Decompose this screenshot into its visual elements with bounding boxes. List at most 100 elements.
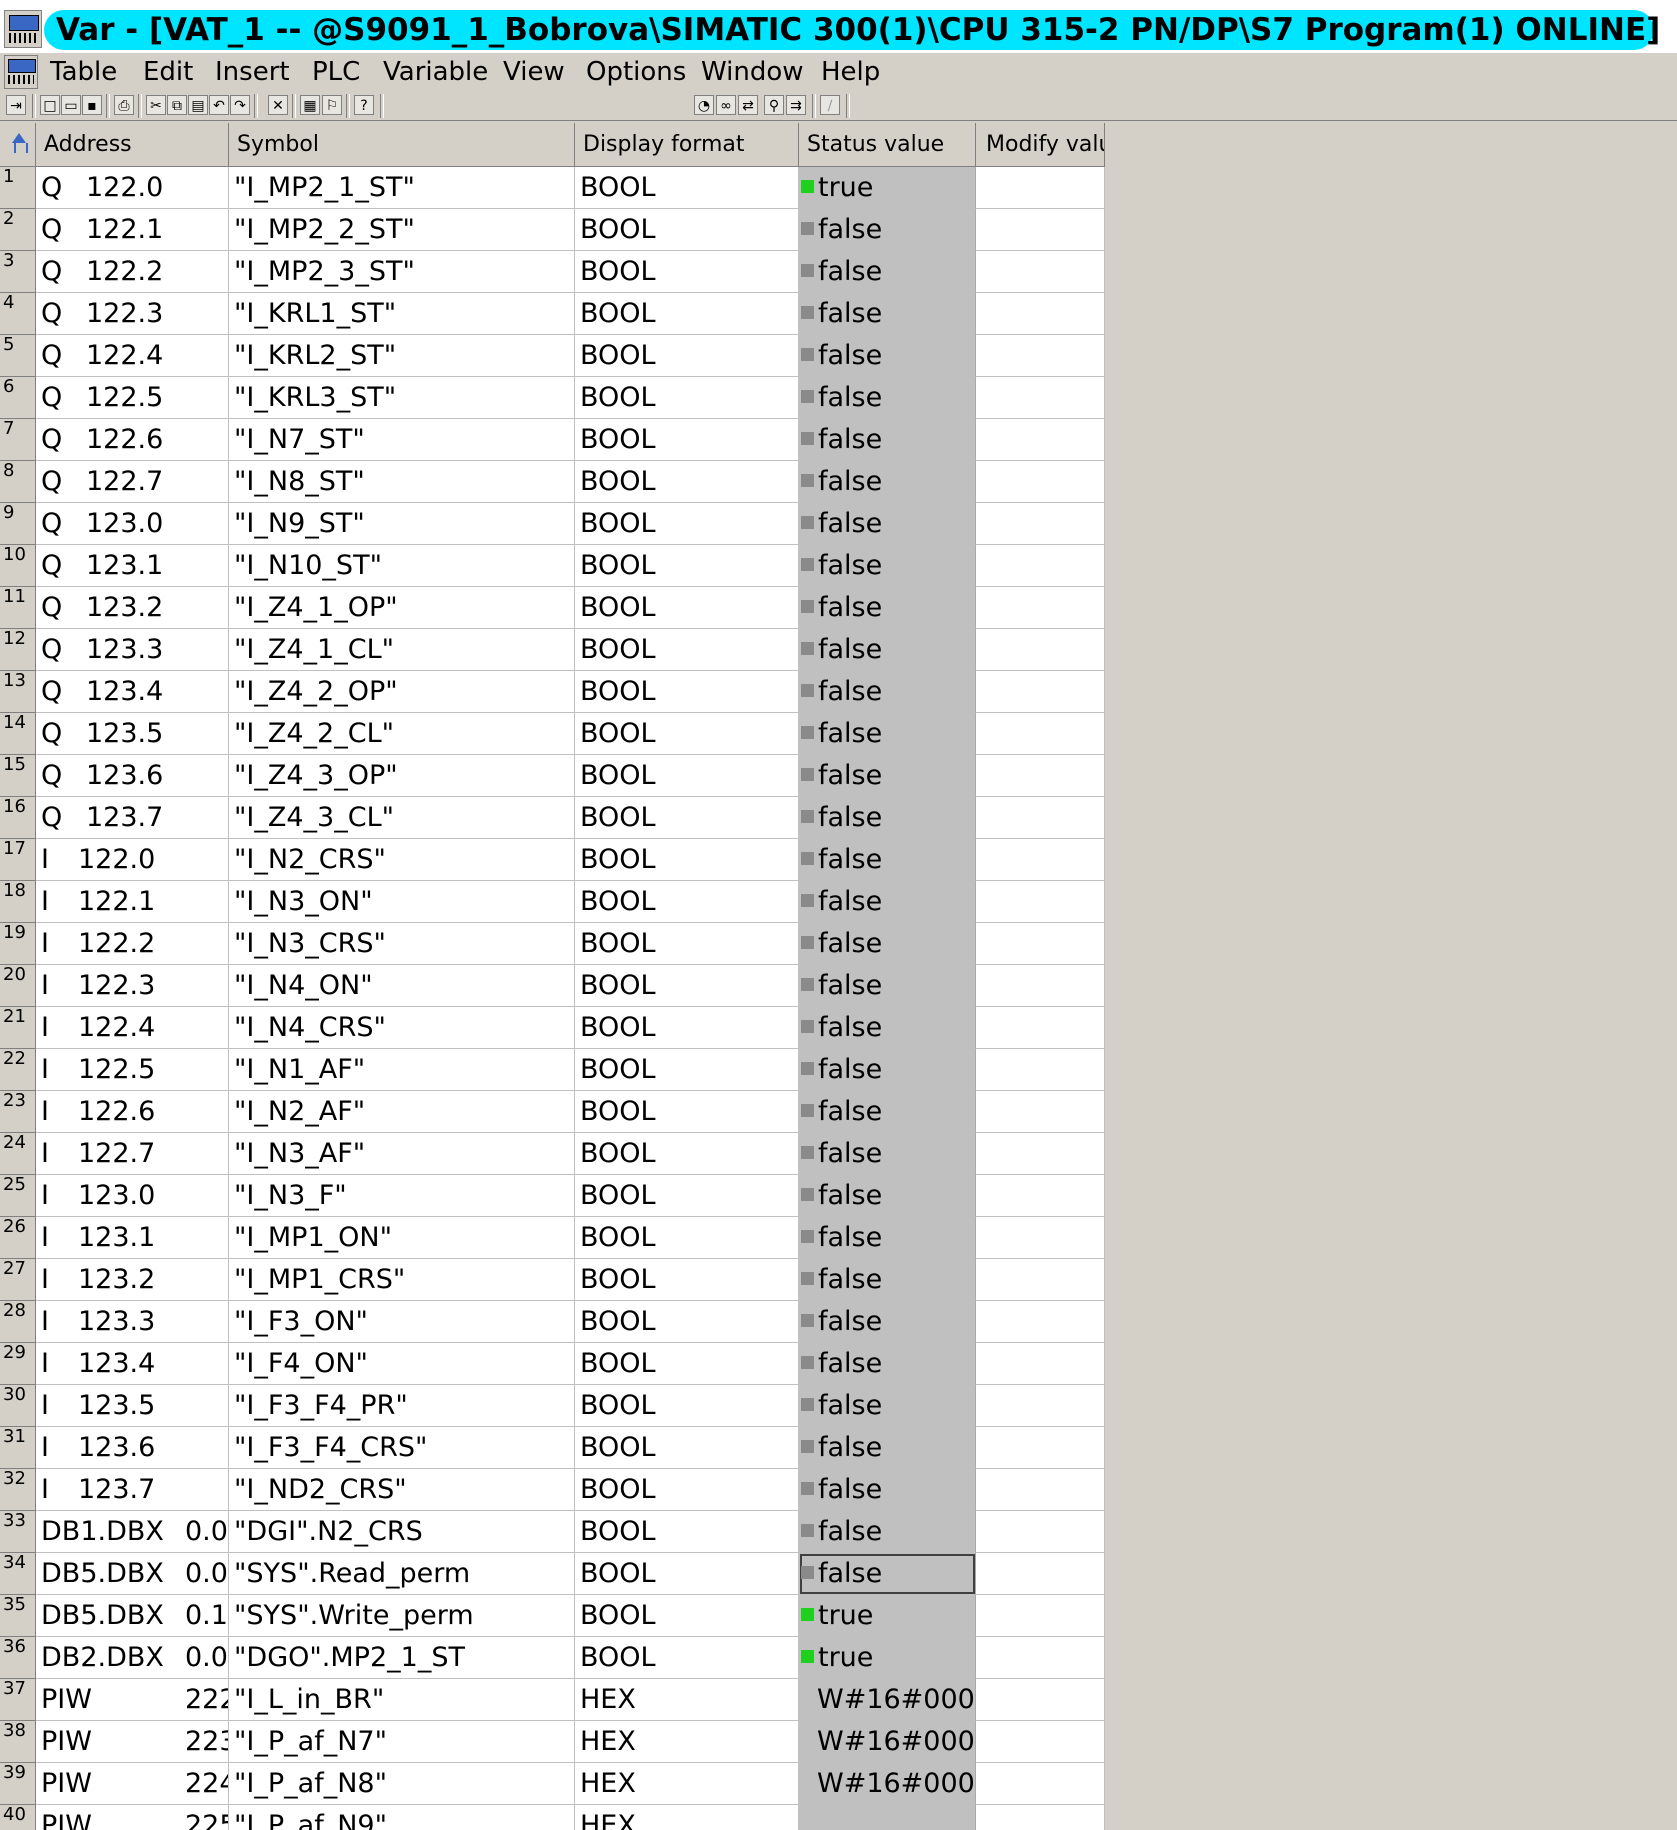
display-format-cell[interactable]: BOOL [575,1133,799,1175]
display-format-cell[interactable]: BOOL [575,1217,799,1259]
symbol-cell[interactable]: "DGO".MP2_1_ST [229,1637,575,1679]
row-number[interactable]: 27 [0,1259,36,1301]
table-row[interactable]: 15 Q 123.6 "I_Z4_3_OP" BOOL false [0,755,1105,797]
copy-icon[interactable]: ⧉ [167,95,187,115]
display-format-cell[interactable]: BOOL [575,1007,799,1049]
row-number[interactable]: 26 [0,1217,36,1259]
row-number[interactable]: 13 [0,671,36,713]
row-number[interactable]: 28 [0,1301,36,1343]
address-cell[interactable]: I 123.0 [36,1175,229,1217]
display-format-cell[interactable]: HEX [575,1721,799,1763]
cut-icon[interactable]: ✂ [146,95,166,115]
modify-value-cell[interactable] [976,251,1105,293]
display-format-cell[interactable]: BOOL [575,1637,799,1679]
table-row[interactable]: 12 Q 123.3 "I_Z4_1_CL" BOOL false [0,629,1105,671]
status-value-cell[interactable]: false [799,1343,976,1385]
modify-value-cell[interactable] [976,1469,1105,1511]
row-number[interactable]: 17 [0,839,36,881]
address-cell[interactable]: Q 123.3 [36,629,229,671]
symbol-cell[interactable]: "I_Z4_3_CL" [229,797,575,839]
modify-value-cell[interactable] [976,167,1105,209]
symbol-cell[interactable]: "I_N3_CRS" [229,923,575,965]
display-format-cell[interactable]: BOOL [575,797,799,839]
menu-options[interactable]: Options [586,53,686,91]
address-cell[interactable]: Q 123.2 [36,587,229,629]
status-value-cell[interactable]: false [799,965,976,1007]
address-cell[interactable]: Q 122.1 [36,209,229,251]
table-row[interactable]: 22 I 122.5 "I_N1_AF" BOOL false [0,1049,1105,1091]
status-value-cell[interactable]: false [799,251,976,293]
symbol-cell[interactable]: "I_KRL2_ST" [229,335,575,377]
address-cell[interactable]: DB2.DBX 0.0 [36,1637,229,1679]
row-number[interactable]: 23 [0,1091,36,1133]
address-cell[interactable]: Q 122.3 [36,293,229,335]
address-cell[interactable]: DB1.DBX 0.0 [36,1511,229,1553]
display-format-cell[interactable]: BOOL [575,377,799,419]
status-value-cell[interactable]: false [799,1007,976,1049]
table-row[interactable]: 40PIW 225"I_P_af_N9"HEX [0,1805,1105,1830]
row-number[interactable]: 33 [0,1511,36,1553]
redo-icon[interactable]: ↷ [230,95,250,115]
display-format-cell[interactable]: BOOL [575,419,799,461]
display-format-cell[interactable]: BOOL [575,209,799,251]
symbol-cell[interactable]: "I_N7_ST" [229,419,575,461]
row-number[interactable]: 39 [0,1763,36,1805]
row-number[interactable]: 24 [0,1133,36,1175]
modify-value-cell[interactable] [976,1511,1105,1553]
modify-value-cell[interactable] [976,629,1105,671]
status-value-cell[interactable]: false [799,797,976,839]
header-address[interactable]: Address [36,123,229,167]
display-format-cell[interactable]: BOOL [575,671,799,713]
address-cell[interactable]: I 122.6 [36,1091,229,1133]
modify-value-cell[interactable] [976,1175,1105,1217]
modify-value-cell[interactable] [976,209,1105,251]
table-row[interactable]: 18 I 122.1 "I_N3_ON" BOOL false [0,881,1105,923]
status-value-cell[interactable]: false [799,755,976,797]
table-row[interactable]: 24 I 122.7 "I_N3_AF" BOOL false [0,1133,1105,1175]
display-format-cell[interactable]: BOOL [575,1301,799,1343]
status-value-cell[interactable]: false [799,1133,976,1175]
symbol-cell[interactable]: "I_MP1_ON" [229,1217,575,1259]
address-cell[interactable]: I 123.1 [36,1217,229,1259]
table-row[interactable]: 34 DB5.DBX 0.0 "SYS".Read_perm BOOL false [0,1553,1105,1595]
row-number[interactable]: 6 [0,377,36,419]
status-value-cell[interactable]: false [799,1469,976,1511]
modify-value-cell[interactable] [976,1259,1105,1301]
symbol-cell[interactable]: "DGI".N2_CRS [229,1511,575,1553]
display-format-cell[interactable]: BOOL [575,1049,799,1091]
row-number[interactable]: 15 [0,755,36,797]
status-value-cell[interactable]: true [799,1595,976,1637]
status-value-cell[interactable]: false [799,587,976,629]
symbol-cell[interactable]: "I_N3_ON" [229,881,575,923]
row-number[interactable]: 4 [0,293,36,335]
menu-view[interactable]: View [503,53,565,91]
menu-edit[interactable]: Edit [143,53,193,91]
symbol-cell[interactable]: "I_F3_ON" [229,1301,575,1343]
status-value-cell[interactable]: false [799,1553,976,1595]
address-cell[interactable]: I 122.2 [36,923,229,965]
status-value-cell[interactable]: W#16#0000 [799,1721,976,1763]
status-value-cell[interactable]: W#16#0000 [799,1679,976,1721]
table-row[interactable]: 9 Q 123.0 "I_N9_ST" BOOL false [0,503,1105,545]
table-row[interactable]: 27 I 123.2 "I_MP1_CRS" BOOL false [0,1259,1105,1301]
address-cell[interactable]: Q 123.6 [36,755,229,797]
status-value-cell[interactable]: false [799,503,976,545]
modify-value-cell[interactable] [976,1805,1105,1830]
display-format-cell[interactable]: BOOL [575,923,799,965]
table-row[interactable]: 36 DB2.DBX 0.0 "DGO".MP2_1_ST BOOL true [0,1637,1105,1679]
modify-value-cell[interactable] [976,1049,1105,1091]
display-format-cell[interactable]: BOOL [575,1427,799,1469]
row-number[interactable]: 3 [0,251,36,293]
table-row[interactable]: 13 Q 123.4 "I_Z4_2_OP" BOOL false [0,671,1105,713]
modify-value-cell[interactable] [976,1343,1105,1385]
symbol-cell[interactable]: "SYS".Read_perm [229,1553,575,1595]
symbol-cell[interactable]: "I_L_in_BR" [229,1679,575,1721]
address-cell[interactable]: Q 122.4 [36,335,229,377]
monitor-icon[interactable]: ▦ [300,95,320,115]
row-number[interactable]: 30 [0,1385,36,1427]
symbol-cell[interactable]: "I_N8_ST" [229,461,575,503]
table-row[interactable]: 2 Q 122.1 "I_MP2_2_ST" BOOL false [0,209,1105,251]
row-number[interactable]: 35 [0,1595,36,1637]
row-number[interactable]: 11 [0,587,36,629]
display-format-cell[interactable]: BOOL [575,251,799,293]
